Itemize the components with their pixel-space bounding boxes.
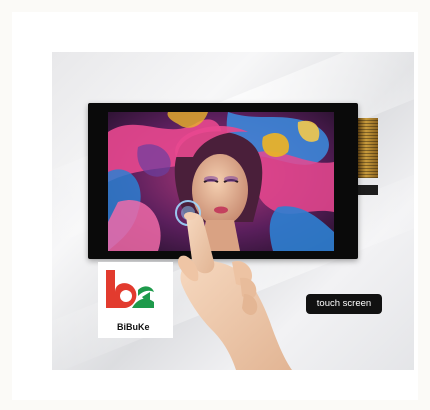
hand-pointing-icon [178,212,292,370]
touch-screen-badge: touch screen [306,294,382,314]
